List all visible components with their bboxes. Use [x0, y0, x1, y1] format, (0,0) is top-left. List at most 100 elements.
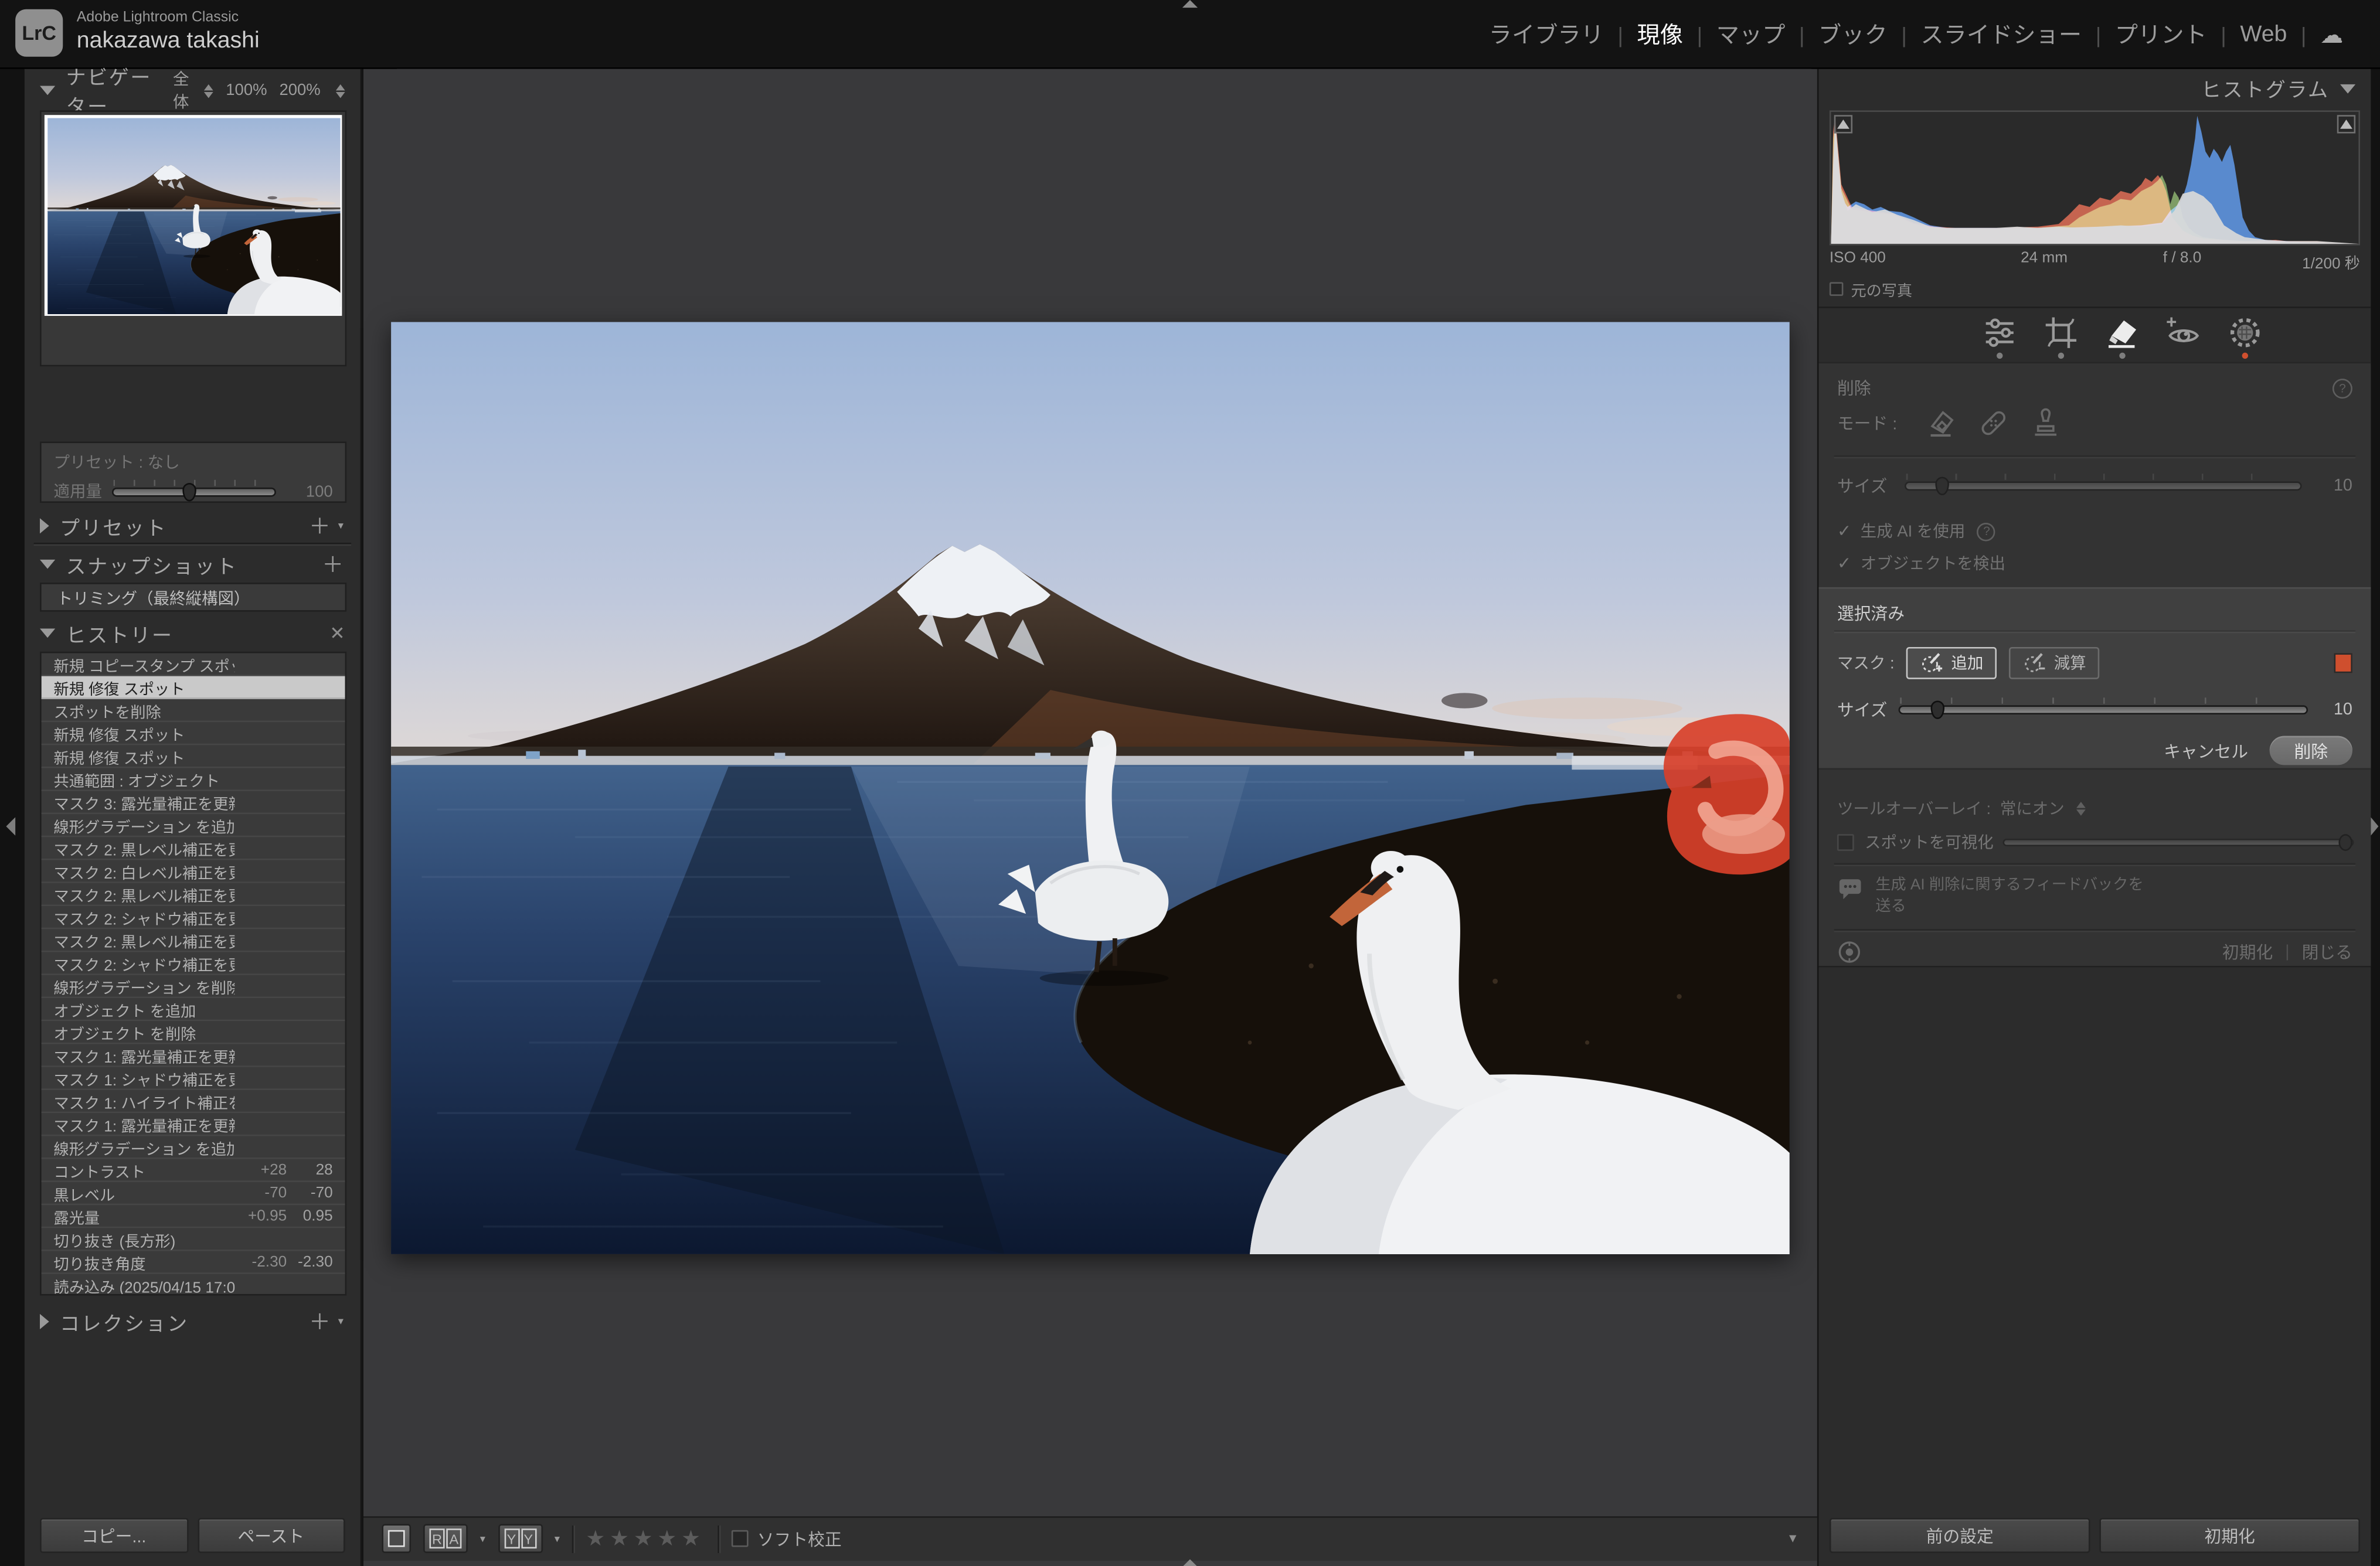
- module-tab-3[interactable]: ブック: [1818, 18, 1888, 50]
- preset-amount-slider-thumb[interactable]: [182, 482, 196, 501]
- previous-settings-button[interactable]: 前の設定: [1829, 1517, 2090, 1553]
- detect-objects-checkbox[interactable]: ✓: [1837, 553, 1851, 573]
- overlay-updown-icon[interactable]: [2076, 802, 2086, 816]
- feedback-link[interactable]: 生成 AI 削除に関するフィードバックを 送る: [1837, 876, 2352, 918]
- mode-clone-icon[interactable]: [2029, 406, 2063, 440]
- mask-color-swatch[interactable]: [2334, 653, 2352, 673]
- edit-sliders-icon[interactable]: [1980, 314, 2019, 351]
- history-step[interactable]: 線形グラデーション を追加: [41, 1136, 345, 1159]
- history-step[interactable]: 読み込み (2025/04/15 17:05:00): [42, 1274, 345, 1294]
- history-step[interactable]: 切り抜き角度 -2.30 -2.30: [41, 1251, 345, 1274]
- remove-size-slider-thumb[interactable]: [1934, 476, 1949, 495]
- cancel-button[interactable]: キャンセル: [2164, 738, 2248, 763]
- cloud-sync-icon[interactable]: ☁: [2320, 21, 2343, 48]
- history-step[interactable]: マスク 2: 黒レベル補正を更新: [41, 929, 345, 952]
- selected-size-slider-thumb[interactable]: [1930, 700, 1944, 719]
- before-after-button[interactable]: RA: [423, 1524, 468, 1553]
- collapse-right-icon[interactable]: [2371, 817, 2379, 836]
- help-icon[interactable]: ?: [2332, 377, 2352, 398]
- toolbar-content-caret-icon[interactable]: ▼: [1787, 1531, 1799, 1545]
- remove-tool-icon[interactable]: [2103, 314, 2143, 351]
- before-after-caret-icon[interactable]: ▾: [480, 1533, 485, 1544]
- navigator-header[interactable]: ナビゲーター 全体 100% 200%: [25, 66, 361, 118]
- history-step[interactable]: オブジェクト を追加: [41, 998, 345, 1022]
- history-step[interactable]: マスク 2: 黒レベル補正を更新: [41, 883, 345, 907]
- history-step[interactable]: マスク 1: 露光量補正を更新: [41, 1113, 345, 1136]
- add-preset-icon[interactable]: ＋: [309, 515, 332, 537]
- crop-tool-icon[interactable]: [2041, 314, 2081, 351]
- visualize-threshold-slider[interactable]: [2004, 834, 2352, 851]
- preset-menu-caret-icon[interactable]: ▾: [338, 520, 345, 532]
- histogram-header[interactable]: ヒストグラム: [2201, 74, 2356, 103]
- reset-button[interactable]: 初期化: [2099, 1517, 2360, 1553]
- snapshot-item[interactable]: トリミング（最終縦構図）: [42, 584, 345, 612]
- split-view-button[interactable]: YY: [497, 1524, 542, 1553]
- selected-size-slider[interactable]: [1899, 697, 2307, 719]
- history-step[interactable]: マスク 2: シャドウ補正を更新: [41, 906, 345, 930]
- history-step[interactable]: オブジェクト を削除: [41, 1021, 345, 1044]
- zoom-updown-icon[interactable]: [204, 83, 214, 98]
- photo-editor-view[interactable]: [391, 322, 1790, 1254]
- zoom-100-option[interactable]: 100%: [226, 81, 267, 100]
- history-step[interactable]: 新規 修復 スポット: [41, 676, 345, 699]
- shadow-clipping-button[interactable]: [1834, 115, 1853, 134]
- soft-proof-checkbox[interactable]: [731, 1530, 749, 1547]
- history-step[interactable]: コントラスト +28 28: [41, 1159, 345, 1182]
- ai-help-icon[interactable]: ?: [1977, 522, 1996, 541]
- history-step[interactable]: マスク 2: シャドウ補正を更新: [41, 952, 345, 975]
- visualize-spots-checkbox[interactable]: [1837, 834, 1854, 851]
- collections-header[interactable]: コレクション ＋ ▾: [25, 1305, 361, 1339]
- zoom-level-updown-icon[interactable]: [335, 83, 345, 98]
- split-view-caret-icon[interactable]: ▾: [555, 1533, 560, 1544]
- snapshots-header[interactable]: スナップショット ＋: [25, 547, 361, 581]
- history-header[interactable]: ヒストリー ✕: [25, 617, 361, 651]
- history-step[interactable]: マスク 3: 露光量補正を更新: [41, 791, 345, 815]
- zoom-fit-option[interactable]: 全体: [173, 67, 189, 113]
- history-step[interactable]: マスク 1: シャドウ補正を更新: [41, 1067, 345, 1090]
- preview-eye-icon[interactable]: [1837, 940, 1862, 965]
- visualize-slider-thumb[interactable]: [2338, 834, 2352, 851]
- copy-button[interactable]: コピー...: [40, 1517, 188, 1553]
- module-tab-2[interactable]: マップ: [1716, 18, 1786, 50]
- collection-menu-caret-icon[interactable]: ▾: [338, 1316, 345, 1327]
- history-step[interactable]: マスク 2: 黒レベル補正を更新: [41, 837, 345, 860]
- mode-eraser-icon[interactable]: [1925, 406, 1959, 440]
- module-tab-0[interactable]: ライブラリ: [1489, 18, 1604, 50]
- history-step[interactable]: 黒レベル -70 -70: [41, 1182, 345, 1206]
- module-tab-1[interactable]: 現像: [1637, 18, 1684, 50]
- highlight-clipping-button[interactable]: [2337, 115, 2356, 134]
- loupe-view-button[interactable]: [382, 1524, 412, 1553]
- module-tab-5[interactable]: プリント: [2115, 18, 2207, 50]
- history-step[interactable]: スポットを削除: [41, 699, 345, 723]
- mode-heal-icon[interactable]: [1977, 406, 2011, 440]
- collapse-left-icon[interactable]: [6, 817, 16, 836]
- history-step[interactable]: マスク 1: 露光量補正を更新: [41, 1044, 345, 1067]
- left-panel-rail[interactable]: [0, 69, 25, 1566]
- bottom-panel-collapse-arrow-icon[interactable]: [1182, 1558, 1198, 1566]
- delete-button[interactable]: 削除: [2269, 736, 2352, 765]
- original-photo-checkbox[interactable]: [1829, 282, 1844, 296]
- history-step[interactable]: 露光量 +0.95 0.95: [41, 1205, 345, 1228]
- red-eye-tool-icon[interactable]: [2164, 314, 2204, 351]
- add-snapshot-icon[interactable]: ＋: [322, 553, 345, 575]
- add-collection-icon[interactable]: ＋: [309, 1311, 332, 1333]
- history-step[interactable]: マスク 1: ハイライト補正を更新: [41, 1090, 345, 1114]
- zoom-200-option[interactable]: 200%: [279, 81, 320, 100]
- history-step[interactable]: 線形グラデーション を追加: [41, 814, 345, 838]
- tool-overlay-value[interactable]: 常にオン: [2000, 797, 2065, 820]
- tool-reset-link[interactable]: 初期化: [2222, 940, 2273, 965]
- paste-button[interactable]: ペースト: [197, 1517, 345, 1553]
- mask-add-button[interactable]: 追加: [1906, 646, 1997, 679]
- history-step[interactable]: 共通範囲 : オブジェクト: [41, 768, 345, 791]
- histogram-chart[interactable]: [1829, 110, 2360, 246]
- history-step[interactable]: 線形グラデーション を削除: [41, 975, 345, 999]
- masking-tool-icon[interactable]: [2225, 314, 2265, 351]
- history-step[interactable]: 新規 修復 スポット: [41, 745, 345, 768]
- preset-amount-slider[interactable]: [113, 479, 274, 501]
- module-tab-4[interactable]: スライドショー: [1920, 18, 2082, 50]
- star-rating[interactable]: ★★★★★: [586, 1526, 705, 1551]
- mask-subtract-button[interactable]: 減算: [2009, 646, 2100, 679]
- top-panel-collapse-arrow-icon[interactable]: [1182, 0, 1198, 8]
- navigator-thumbnail[interactable]: [44, 115, 342, 316]
- history-step[interactable]: 切り抜き (長方形): [41, 1228, 345, 1251]
